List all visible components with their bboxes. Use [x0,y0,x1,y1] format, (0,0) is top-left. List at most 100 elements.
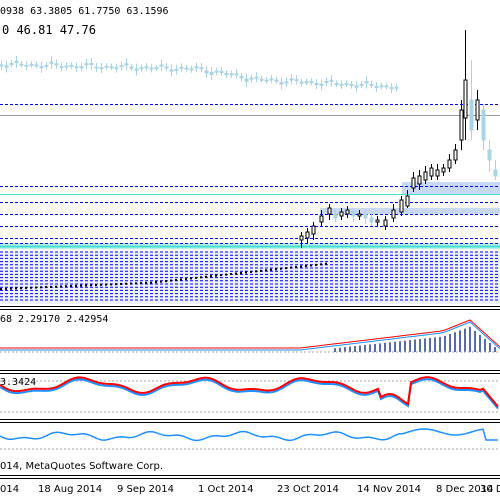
candle-body [274,79,279,82]
candle-body [459,109,464,141]
candle-body [119,65,124,68]
candle-body [389,87,394,90]
candle-body [164,66,169,69]
candle-body [239,76,244,79]
rsi-line [0,428,498,442]
candle-body [319,83,324,86]
candle-body [294,79,299,82]
chart-canvas[interactable] [0,0,500,500]
candle-body [234,73,239,76]
ma-dot [265,269,267,272]
candle-body [104,65,109,68]
candle-body [314,83,319,86]
ma-dot [100,283,102,286]
candle-body [249,77,254,80]
copyright-text: 014, MetaQuotes Software Corp. [0,461,164,472]
candle-body [374,85,379,88]
price-candles [0,30,498,290]
candle-body [305,231,310,239]
candle-body [304,81,309,84]
ma-dot [150,281,152,284]
ma-dot [0,288,2,290]
candle-body [399,199,404,213]
ma-dot [135,282,137,285]
candle-body [74,66,79,69]
ma-dot [200,276,202,279]
candle-body [284,81,289,84]
ma-dot [315,263,317,266]
candle-body [179,66,184,69]
ma-dot [250,270,252,273]
candle-body [44,64,49,67]
candle-body [139,67,144,70]
candle-body [9,63,14,66]
candle-body [149,67,154,70]
ma-dot [275,268,277,271]
candle-body [469,99,474,131]
candle-body [259,78,264,81]
candle-body [154,67,159,70]
ma-dot [15,287,17,290]
ma-dot [105,283,107,286]
candle-body [39,66,44,69]
candle-body [354,85,359,88]
candle-body [299,81,304,84]
candle-body [94,66,99,69]
candle-body [447,159,452,169]
candle-body [429,167,434,177]
ma-dot [235,272,237,275]
candle-body [384,85,389,88]
candle-body [4,65,9,68]
candle-body [209,71,214,76]
candle-body [84,63,89,66]
ma-dot [125,282,127,285]
candle-body [289,78,294,81]
candle-body [339,83,344,86]
candle-body [194,66,199,69]
candle-body [481,109,486,141]
ma-dot [320,263,322,266]
ma-dot [255,270,257,273]
candle-body [319,215,324,223]
candle-body [189,68,194,71]
ma-dot [145,281,147,284]
ma-dot [230,273,232,276]
ma-dot [115,283,117,286]
macd-readout: 68 2.29170 2.42954 [0,314,109,325]
ma-dot [60,285,62,288]
ma-dot [25,286,27,289]
ma-dot [45,286,47,289]
candle-body [134,68,139,71]
candle-body [59,65,64,68]
ma-dot [240,271,242,274]
ma-dot [85,284,87,287]
ma-dot [195,276,197,279]
ma-dot [95,284,97,287]
trading-chart[interactable]: 0938 63.3805 61.7750 63.1596 0 46.81 47.… [0,0,500,500]
candle-body [109,66,114,69]
candle-body [204,70,209,74]
ma-dot [300,265,302,268]
candle-body [299,235,304,241]
candle-body [269,78,274,81]
ma-dot [325,262,327,265]
candle-body [199,67,204,70]
candle-body [357,213,362,217]
candle-body [89,63,94,66]
ma-dot [210,275,212,278]
ma-dot [190,277,192,280]
candle-body [344,82,349,85]
rsi-pane [0,428,500,450]
ma-dot [5,287,7,290]
candle-body [383,219,388,227]
time-axis-label: 014 [0,484,20,495]
candle-body [391,209,396,219]
candle-body [34,64,39,67]
candle-body [114,67,119,70]
time-axis-label: 18 Aug 2014 [38,484,103,495]
ma-dot [175,279,177,281]
candle-body [475,99,480,121]
ma-dot [75,284,77,287]
stochastic-pane [0,376,500,413]
time-axis-label: 14 Nov 2014 [357,484,422,495]
